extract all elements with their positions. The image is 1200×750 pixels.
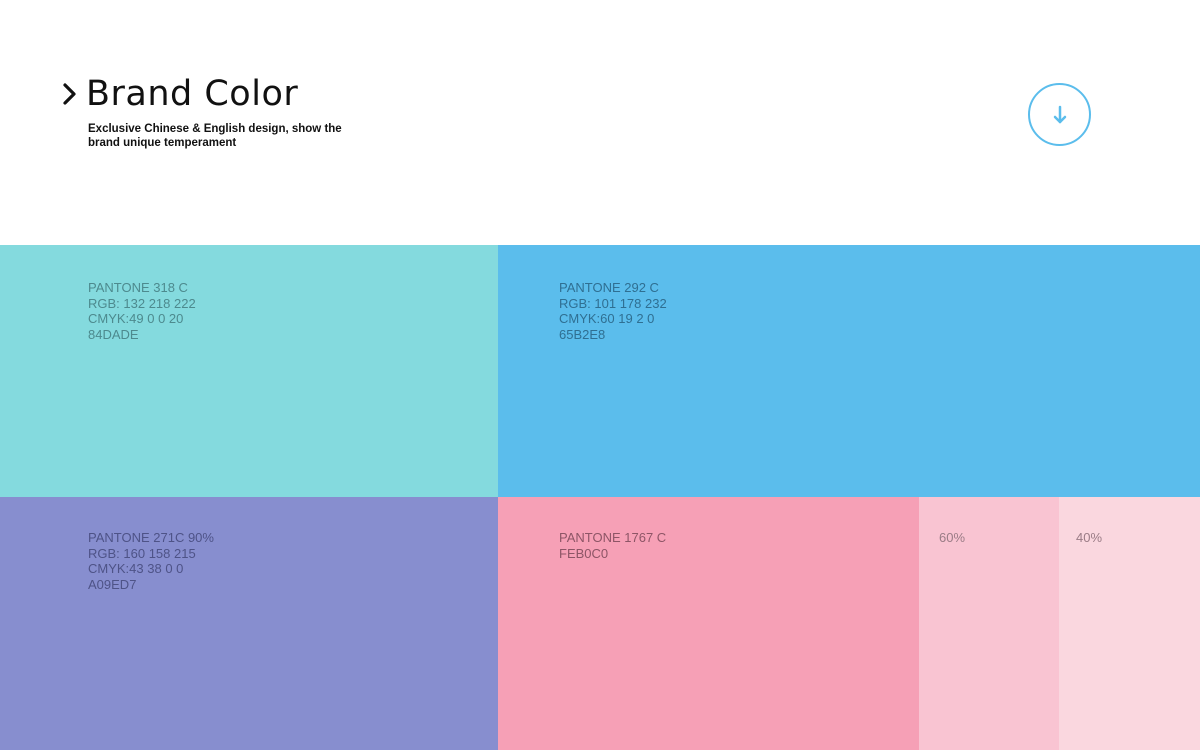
pantone-code: PANTONE 318 C [88,280,188,295]
pantone-code: PANTONE 271C 90% [88,530,214,545]
rgb-value: RGB: 132 218 222 [88,295,196,311]
hex-value: 65B2E8 [559,326,606,342]
download-button[interactable] [1028,83,1091,146]
swatch-pink: PANTONE 1767 C FEB0C0 [498,497,919,750]
arrow-down-icon [1053,105,1066,123]
swatch-info: PANTONE 1767 C FEB0C0 [559,530,666,561]
page-title: Brand Color [86,74,299,114]
swatch-teal: PANTONE 318 C RGB: 132 218 222 CMYK:49 0… [0,245,498,497]
swatch-info: PANTONE 292 C RGB: 101 178 232 CMYK:60 1… [559,280,667,342]
pantone-code: PANTONE 1767 C [559,530,667,545]
brand-color-header: Brand Color Exclusive Chinese & English … [0,0,1200,245]
hex-value: 84DADE [88,326,139,342]
cmyk-value: CMYK:49 0 0 20 [88,311,184,326]
cmyk-value: CMYK:43 38 0 0 [88,561,184,576]
swatch-purple: PANTONE 271C 90% RGB: 160 158 215 CMYK:4… [0,497,498,750]
hex-value: A09ED7 [88,576,137,592]
rgb-value: RGB: 160 158 215 [88,545,196,561]
tint-label-60: 60% [939,530,966,545]
swatch-info: PANTONE 271C 90% RGB: 160 158 215 CMYK:4… [88,530,214,592]
page-subtitle: Exclusive Chinese & English design, show… [88,123,342,149]
tint-label-40: 40% [1076,530,1103,545]
swatch-info: PANTONE 318 C RGB: 132 218 222 CMYK:49 0… [88,280,196,342]
cmyk-value: CMYK:60 19 2 0 [559,311,655,326]
pantone-code: PANTONE 292 C [559,280,659,295]
swatch-blue: PANTONE 292 C RGB: 101 178 232 CMYK:60 1… [498,245,1200,497]
hex-value: FEB0C0 [559,545,609,561]
title-row: Brand Color [62,74,298,114]
chevron-right-icon [63,83,76,105]
rgb-value: RGB: 101 178 232 [559,295,667,311]
